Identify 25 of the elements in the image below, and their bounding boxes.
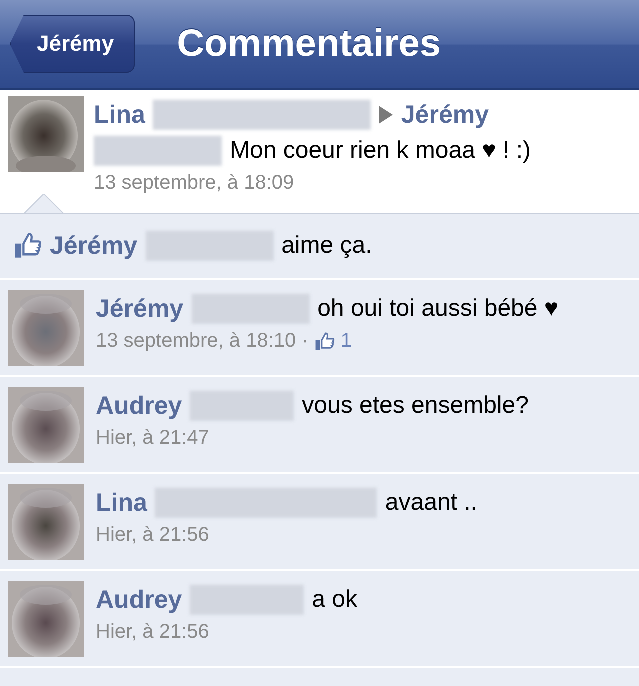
recipient-name[interactable]: Jérémy [401, 100, 489, 130]
timestamp: Hier, à 21:47 [96, 427, 210, 450]
author-name[interactable]: Jérémy [96, 294, 184, 324]
post-text: Mon coeur rien k moaa ♥ ! :) [230, 137, 532, 165]
timestamp: 13 septembre, à 18:10 [96, 330, 296, 353]
comment-text: oh oui toi aussi bébé ♥ [318, 295, 559, 323]
comment-text: avaant .. [385, 489, 478, 517]
author-name[interactable]: Audrey [96, 586, 182, 614]
author-name[interactable]: Lina [96, 488, 148, 518]
screen-title: Commentaires [177, 22, 442, 66]
thumbs-up-icon [14, 232, 42, 260]
timestamp: Hier, à 21:56 [96, 524, 210, 547]
liker-name[interactable]: Jérémy [50, 232, 138, 260]
author-name[interactable]: Audrey [96, 392, 182, 420]
back-button[interactable]: Jérémy [10, 15, 136, 73]
timestamp: 13 septembre, à 18:09 [94, 172, 296, 195]
like-count: 1 [340, 330, 352, 353]
triangle-icon [379, 106, 394, 124]
thumbs-up-icon [314, 332, 335, 352]
likes-text: aime ça. [282, 232, 372, 260]
timestamp: Hier, à 21:56 [96, 621, 210, 644]
comment-text: a ok [312, 586, 358, 614]
comment-text: vous etes ensemble? [302, 392, 529, 420]
author-name[interactable]: Lina [94, 100, 146, 130]
separator-dot: · [302, 330, 309, 353]
